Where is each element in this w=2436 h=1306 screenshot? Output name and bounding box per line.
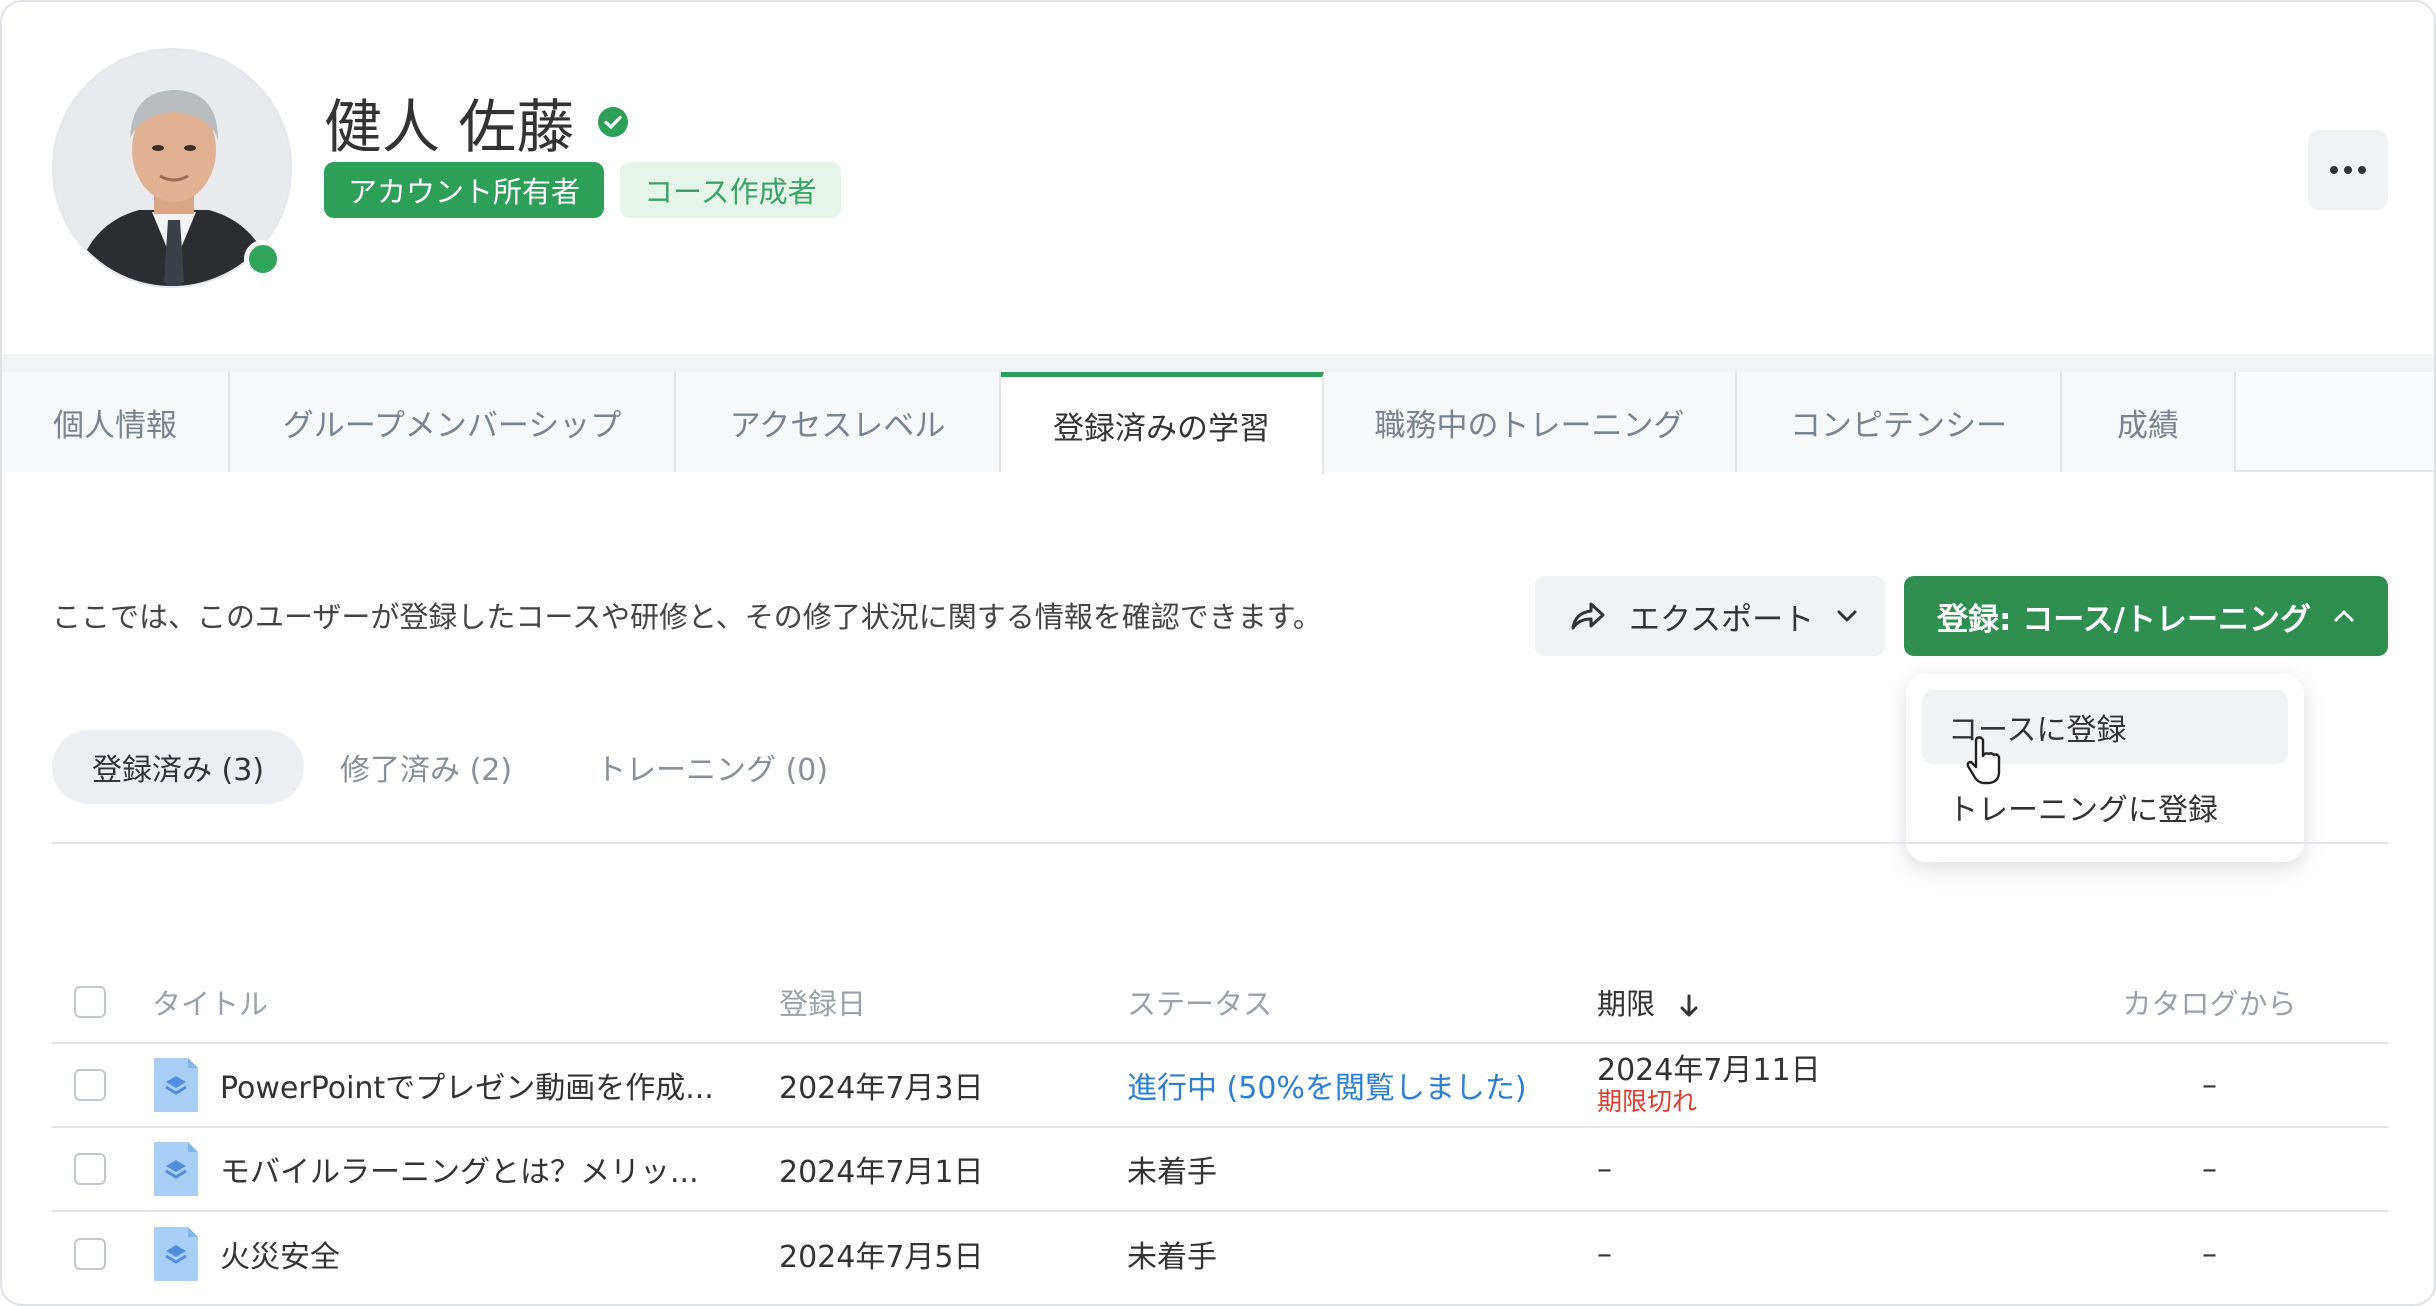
status-in-progress-link[interactable]: 進行中 (50%を閲覧しました)	[1127, 1063, 1597, 1107]
tab-enrolled-learning[interactable]: 登録済みの学習	[1001, 372, 1324, 474]
profile-name-row: 健人 佐藤	[324, 80, 630, 164]
header-title[interactable]: タイトル	[152, 981, 779, 1023]
more-dot-icon	[2330, 166, 2338, 174]
chevron-down-icon	[1837, 610, 1857, 622]
filter-completed[interactable]: 修了済み (2)	[340, 730, 512, 804]
course-title-cell: PowerPointでプレゼン動画を作成...	[152, 1056, 779, 1114]
more-dot-icon	[2344, 166, 2352, 174]
enroll-course-training-button[interactable]: 登録: コース/トレーニング	[1904, 576, 2388, 656]
tab-on-the-job-training[interactable]: 職務中のトレーニング	[1324, 372, 1737, 472]
divider	[52, 842, 2388, 844]
course-title[interactable]: 火災安全	[220, 1232, 340, 1276]
chevron-up-icon	[2334, 610, 2354, 622]
account-owner-badge: アカウント所有者	[324, 162, 605, 218]
enrollment-filters: 登録済み (3) 修了済み (2) トレーニング (0)	[52, 730, 828, 804]
tab-grades[interactable]: 成績	[2062, 372, 2236, 472]
expired-label: 期限切れ	[1597, 1086, 1698, 1116]
table-row[interactable]: モバイルラーニングとは？メリッ... 2024年7月1日 未着手 – –	[52, 1128, 2388, 1212]
table-row[interactable]: PowerPointでプレゼン動画を作成... 2024年7月3日 進行中 (5…	[52, 1044, 2388, 1128]
verified-icon	[598, 107, 629, 137]
header-separator	[2, 354, 2434, 372]
profile-header: 健人 佐藤 アカウント所有者 コース作成者	[2, 2, 2434, 354]
status-text: 未着手	[1127, 1240, 1217, 1275]
enroll-label: 登録: コース/トレーニング	[1937, 601, 2311, 638]
row-checkbox[interactable]	[74, 1153, 106, 1185]
course-file-icon	[154, 1058, 198, 1112]
course-creator-badge: コース作成者	[620, 162, 841, 218]
header-status[interactable]: ステータス	[1127, 981, 1597, 1023]
row-checkbox[interactable]	[74, 1238, 106, 1270]
tab-group-membership[interactable]: グループメンバーシップ	[230, 372, 676, 472]
filter-training[interactable]: トレーニング (0)	[596, 730, 828, 804]
due-date: –	[1597, 1151, 1612, 1187]
catalog-value: –	[2202, 1236, 2217, 1272]
enroll-date: 2024年7月5日	[779, 1240, 984, 1275]
catalog-value: –	[2202, 1067, 2217, 1103]
table-row[interactable]: 火災安全 2024年7月5日 未着手 – –	[52, 1212, 2388, 1296]
profile-name: 健人 佐藤	[324, 93, 575, 161]
catalog-value: –	[2202, 1151, 2217, 1187]
enroll-date: 2024年7月1日	[779, 1155, 984, 1190]
share-arrow-icon	[1571, 602, 1605, 630]
table-header: タイトル 登録日 ステータス 期限 カタログから	[52, 962, 2388, 1044]
role-badges: アカウント所有者 コース作成者	[324, 162, 841, 218]
sort-descending-icon	[1680, 994, 1698, 1017]
course-title-cell: モバイルラーニングとは？メリッ...	[152, 1140, 779, 1198]
export-button[interactable]: エクスポート	[1535, 576, 1885, 656]
online-status-dot	[244, 240, 282, 278]
due-date: 2024年7月11日	[1597, 1053, 1821, 1089]
header-from-catalog[interactable]: カタログから	[2031, 981, 2388, 1023]
more-dot-icon	[2358, 166, 2366, 174]
more-options-button[interactable]	[2308, 130, 2388, 210]
hand-pointer-icon	[1966, 736, 2001, 785]
course-file-icon	[154, 1142, 198, 1196]
user-profile-page: 健人 佐藤 アカウント所有者 コース作成者 個人情報 グループメンバーシップ ア…	[0, 0, 2436, 1306]
tab-competencies[interactable]: コンピテンシー	[1737, 372, 2062, 472]
course-title[interactable]: モバイルラーニングとは？メリッ...	[220, 1147, 699, 1191]
row-checkbox[interactable]	[74, 1069, 106, 1101]
avatar	[52, 48, 292, 288]
due-date-cell: 2024年7月11日 期限切れ	[1597, 1055, 2031, 1115]
select-all-checkbox[interactable]	[74, 986, 106, 1018]
course-title-cell: 火災安全	[152, 1225, 779, 1283]
header-due-date[interactable]: 期限	[1597, 981, 2031, 1023]
course-file-icon	[154, 1227, 198, 1281]
export-label: エクスポート	[1629, 601, 1815, 638]
course-title[interactable]: PowerPointでプレゼン動画を作成...	[220, 1063, 714, 1107]
header-due-label: 期限	[1597, 987, 1656, 1021]
status-text: 未着手	[1127, 1155, 1217, 1190]
tab-access-level[interactable]: アクセスレベル	[676, 372, 1001, 472]
enroll-date: 2024年7月3日	[779, 1071, 984, 1106]
tab-personal-info[interactable]: 個人情報	[2, 372, 230, 472]
header-enroll-date[interactable]: 登録日	[779, 981, 1127, 1023]
due-date: –	[1597, 1236, 1612, 1272]
enrollments-table: タイトル 登録日 ステータス 期限 カタログから PowerPointでプレゼン…	[52, 962, 2388, 1296]
filter-enrolled[interactable]: 登録済み (3)	[52, 730, 305, 804]
tab-description: ここでは、このユーザーが登録したコースや研修と、その修了状況に関する情報を確認で…	[52, 600, 1322, 634]
profile-tabs: 個人情報 グループメンバーシップ アクセスレベル 登録済みの学習 職務中のトレー…	[2, 372, 2434, 474]
